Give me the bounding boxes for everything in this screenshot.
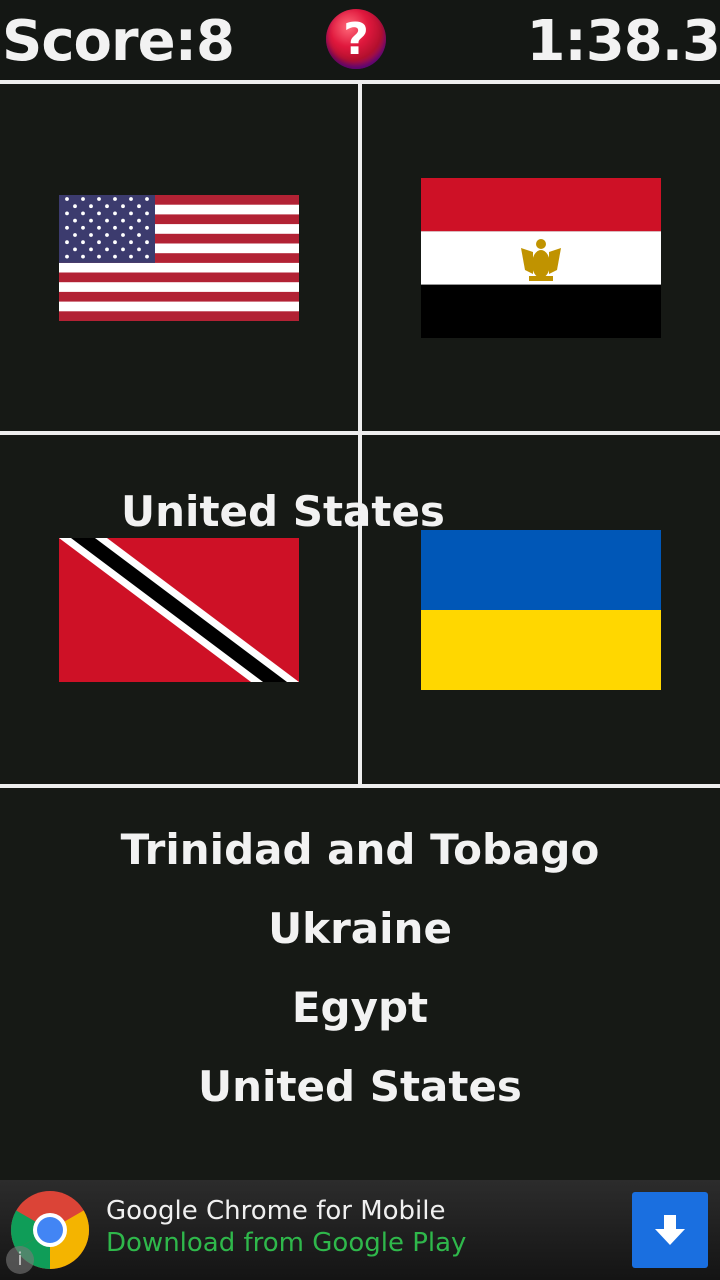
flag-cell-3[interactable] xyxy=(0,435,358,781)
option-united-states[interactable]: United States xyxy=(0,1047,720,1126)
ad-subtitle: Download from Google Play xyxy=(106,1228,467,1258)
ad-title: Google Chrome for Mobile xyxy=(106,1196,446,1226)
ukraine-flag xyxy=(421,530,661,690)
united-states-flag xyxy=(59,195,299,321)
download-button[interactable] xyxy=(632,1192,708,1268)
option-egypt[interactable]: Egypt xyxy=(0,968,720,1047)
info-icon[interactable]: i xyxy=(6,1246,34,1274)
flag-cell-2[interactable] xyxy=(362,84,720,430)
trinidad-and-tobago-flag xyxy=(59,538,299,682)
timer-label: 1:38.3 xyxy=(526,9,720,74)
help-button[interactable]: ? xyxy=(326,9,386,69)
grid-divider-bottom xyxy=(0,784,720,788)
game-screen: Score:8 ? 1:38.3 United States Trinidad … xyxy=(0,0,720,1280)
download-arrow-icon xyxy=(655,1215,685,1245)
egypt-flag xyxy=(421,178,661,338)
question-mark-icon: ? xyxy=(343,14,369,65)
flag-cell-4[interactable] xyxy=(362,435,720,781)
ad-banner[interactable]: Google Chrome for Mobile Download from G… xyxy=(0,1180,720,1280)
country-options-list: Trinidad and Tobago Ukraine Egypt United… xyxy=(0,810,720,1126)
option-trinidad-and-tobago[interactable]: Trinidad and Tobago xyxy=(0,810,720,889)
header-bar: Score:8 ? 1:38.3 xyxy=(0,0,720,82)
option-ukraine[interactable]: Ukraine xyxy=(0,889,720,968)
score-label: Score:8 xyxy=(2,9,235,74)
flag-cell-1[interactable] xyxy=(0,84,358,430)
